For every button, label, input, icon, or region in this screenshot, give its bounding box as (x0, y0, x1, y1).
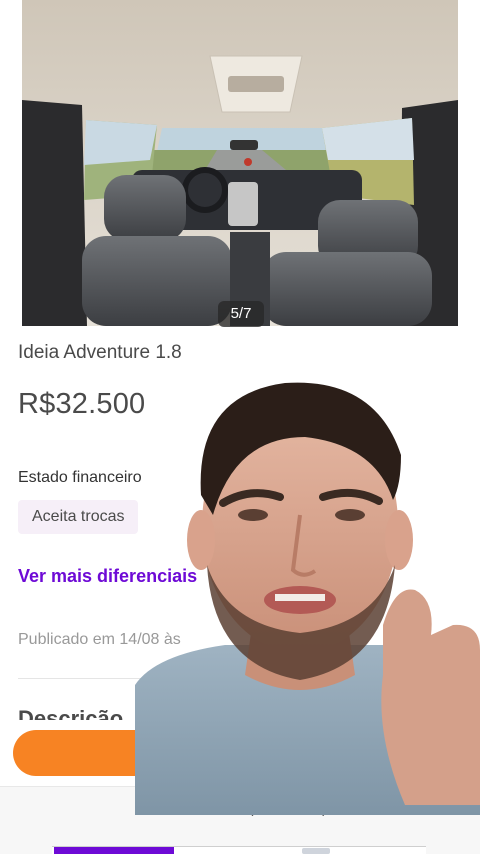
listing-photo[interactable] (22, 0, 458, 326)
accepts-trades-chip: Aceita trocas (18, 500, 139, 534)
listing-title: Ideia Adventure 1.8 (18, 342, 182, 363)
presenter-overlay (135, 375, 480, 815)
tab-active-indicator[interactable] (54, 847, 174, 854)
financial-status-label: Estado financeiro (18, 469, 142, 486)
photo-counter: 5/7 (218, 301, 264, 327)
description-heading: Descrição (18, 706, 124, 720)
listing-price: R$32.500 (18, 388, 146, 420)
tab-indicator-inactive (302, 848, 330, 854)
